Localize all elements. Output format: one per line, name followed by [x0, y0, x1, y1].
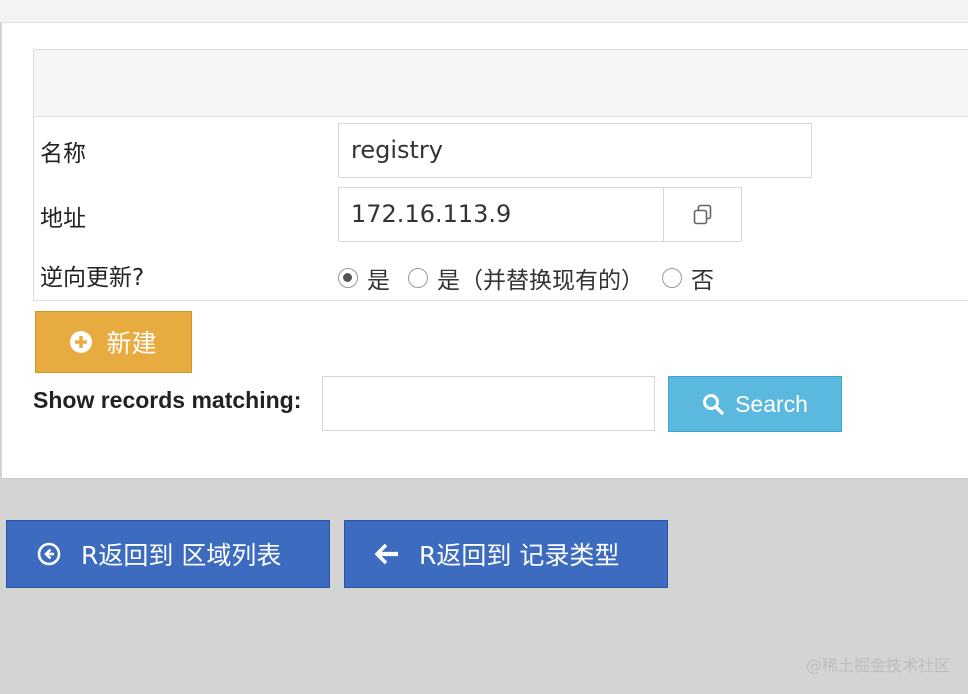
name-label: 名称 [40, 141, 86, 167]
copy-icon [693, 204, 711, 224]
radio-button[interactable] [408, 268, 428, 288]
new-record-button[interactable]: 新建 [35, 311, 192, 373]
name-input[interactable]: registry [338, 123, 812, 178]
radio-button[interactable] [662, 268, 682, 288]
reverse-option-yes[interactable]: 是 [338, 261, 390, 295]
arrow-left-icon [375, 543, 398, 565]
search-button-label: Search [735, 390, 808, 417]
radio-label: 是（并替换现有的） [437, 268, 644, 294]
circle-arrow-left-icon [37, 542, 61, 566]
top-strip [0, 0, 968, 23]
radio-label: 是 [367, 268, 390, 294]
reverse-option-no[interactable]: 否 [662, 261, 714, 295]
content-panel: 名称 registry 地址 172.16.113.9 逆向更新? 是 是（并替… [2, 23, 968, 479]
plus-circle-icon [70, 331, 93, 353]
address-label: 地址 [40, 206, 86, 232]
address-input[interactable]: 172.16.113.9 [338, 187, 664, 242]
radio-label: 否 [691, 268, 714, 294]
search-label: Show records matching: [33, 387, 302, 413]
copy-address-button[interactable] [663, 187, 742, 242]
search-button[interactable]: Search [668, 376, 842, 432]
radio-button[interactable] [338, 268, 358, 288]
search-icon [703, 394, 724, 415]
back-to-record-types-label: R返回到 记录类型 [419, 541, 620, 570]
form-header [34, 50, 968, 117]
watermark: @稀土掘金技术社区 [805, 656, 950, 675]
back-to-record-types-button[interactable]: R返回到 记录类型 [344, 520, 668, 588]
back-to-zones-button[interactable]: R返回到 区域列表 [6, 520, 330, 588]
reverse-update-options: 是 是（并替换现有的） 否 [338, 261, 732, 295]
record-form: 名称 registry 地址 172.16.113.9 逆向更新? 是 是（并替… [33, 49, 968, 301]
reverse-option-yes-replace[interactable]: 是（并替换现有的） [408, 261, 644, 295]
new-record-label: 新建 [106, 329, 157, 358]
back-to-zones-label: R返回到 区域列表 [81, 541, 282, 570]
reverse-update-label: 逆向更新? [40, 265, 145, 291]
search-input[interactable] [322, 376, 655, 431]
